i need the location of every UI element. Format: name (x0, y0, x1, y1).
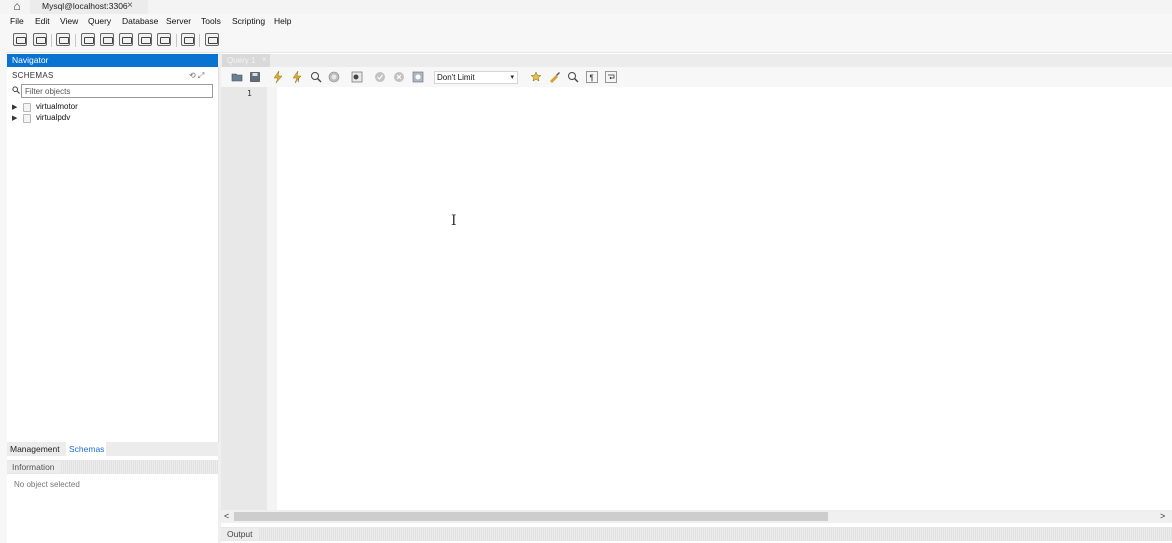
tab-schemas[interactable]: Schemas (69, 444, 104, 454)
open-sql-script-icon[interactable] (33, 33, 47, 46)
execute-current-icon[interactable]: I (291, 71, 303, 83)
editor-fold-margin (267, 87, 277, 510)
menu-edit[interactable]: Edit (35, 16, 50, 26)
menu-query[interactable]: Query (88, 16, 111, 26)
menu-help[interactable]: Help (274, 16, 291, 26)
menu-scripting[interactable]: Scripting (232, 16, 265, 26)
editor-gutter (221, 87, 267, 510)
toggle-error-icon[interactable] (351, 71, 363, 83)
schema-row-virtualpdv[interactable]: ▶ virtualpdv (12, 113, 162, 124)
connection-tab[interactable]: Mysql@localhost:3306 × (30, 0, 148, 15)
commit-icon[interactable] (374, 71, 386, 83)
navigator-title: Navigator (12, 55, 49, 65)
output-header (221, 527, 1172, 541)
scroll-right-icon[interactable]: > (1160, 511, 1165, 521)
create-table-icon[interactable] (100, 33, 114, 46)
query-tab-bar (221, 54, 1172, 67)
schema-name: virtualpdv (36, 113, 71, 122)
create-view-icon[interactable] (119, 33, 133, 46)
menu-database[interactable]: Database (122, 16, 158, 26)
toolbar-divider (51, 34, 52, 47)
search-table-data-icon[interactable] (181, 33, 195, 46)
search-icon (12, 86, 20, 96)
menu-tools[interactable]: Tools (201, 16, 221, 26)
menu-server[interactable]: Server (166, 16, 191, 26)
database-icon (23, 114, 31, 123)
toolbar-divider (199, 34, 200, 47)
menu-file[interactable]: File (10, 16, 24, 26)
expand-arrow-icon[interactable]: ▶ (12, 114, 17, 122)
create-schema-icon[interactable] (81, 33, 95, 46)
expand-arrow-icon[interactable]: ▶ (12, 103, 17, 111)
stop-icon[interactable] (328, 71, 340, 83)
scroll-left-icon[interactable]: < (224, 511, 229, 521)
limit-rows-value: Don't Limit (437, 73, 475, 82)
refresh-icon[interactable]: ⟲ ⤢ (189, 71, 204, 81)
line-number: 1 (247, 89, 252, 98)
filter-objects-input[interactable] (21, 84, 213, 98)
inspect-icon[interactable] (56, 33, 70, 46)
create-procedure-icon[interactable] (138, 33, 152, 46)
word-wrap-icon[interactable] (605, 71, 617, 83)
home-icon[interactable]: ⌂ (7, 0, 27, 13)
add-snippet-icon[interactable] (530, 71, 542, 83)
output-label: Output (221, 528, 259, 540)
sql-editor-toolbar: I ¶ (221, 67, 1172, 88)
open-folder-icon[interactable] (231, 71, 243, 83)
invisible-chars-icon[interactable]: ¶ (586, 71, 598, 83)
new-sql-tab-icon[interactable] (13, 33, 27, 46)
sql-editor[interactable] (277, 87, 1172, 510)
toolbar-divider (176, 34, 177, 47)
scrollbar-thumb[interactable] (234, 512, 828, 521)
no-object-selected: No object selected (14, 480, 80, 489)
explain-icon[interactable] (310, 71, 322, 83)
information-label: Information (7, 461, 60, 473)
left-edge (0, 52, 7, 543)
limit-rows-select[interactable]: Don't Limit ▾ (434, 71, 518, 84)
text-cursor-icon: I (451, 213, 457, 229)
beautify-icon[interactable] (549, 71, 561, 83)
chevron-down-icon: ▾ (510, 74, 514, 81)
menu-bar: File Edit View Query Database Server Too… (0, 14, 1172, 29)
rollback-icon[interactable] (393, 71, 405, 83)
tab-management[interactable]: Management (10, 444, 60, 454)
database-icon (23, 103, 31, 112)
schemas-label: SCHEMAS (12, 71, 54, 80)
schema-name: virtualmotor (36, 102, 78, 111)
title-bar (0, 0, 1172, 14)
menu-view[interactable]: View (60, 16, 78, 26)
svg-text:¶: ¶ (590, 74, 594, 83)
close-icon[interactable]: × (262, 55, 267, 64)
svg-text:I: I (298, 78, 299, 83)
execute-icon[interactable] (272, 71, 284, 83)
find-icon[interactable] (567, 71, 579, 83)
connection-tab-label: Mysql@localhost:3306 (42, 1, 128, 11)
save-icon[interactable] (249, 71, 261, 83)
tab-query-1[interactable]: Query 1 × (222, 54, 270, 67)
reconnect-icon[interactable] (205, 33, 219, 46)
schema-row-virtualmotor[interactable]: ▶ virtualmotor (12, 102, 162, 113)
toolbar-divider (75, 34, 76, 47)
navigator-header: Navigator (7, 54, 218, 67)
close-icon[interactable]: × (127, 0, 133, 11)
create-function-icon[interactable] (157, 33, 171, 46)
autocommit-icon[interactable] (412, 71, 424, 83)
query-tab-label: Query 1 (227, 56, 256, 65)
main-toolbar (0, 29, 1172, 53)
